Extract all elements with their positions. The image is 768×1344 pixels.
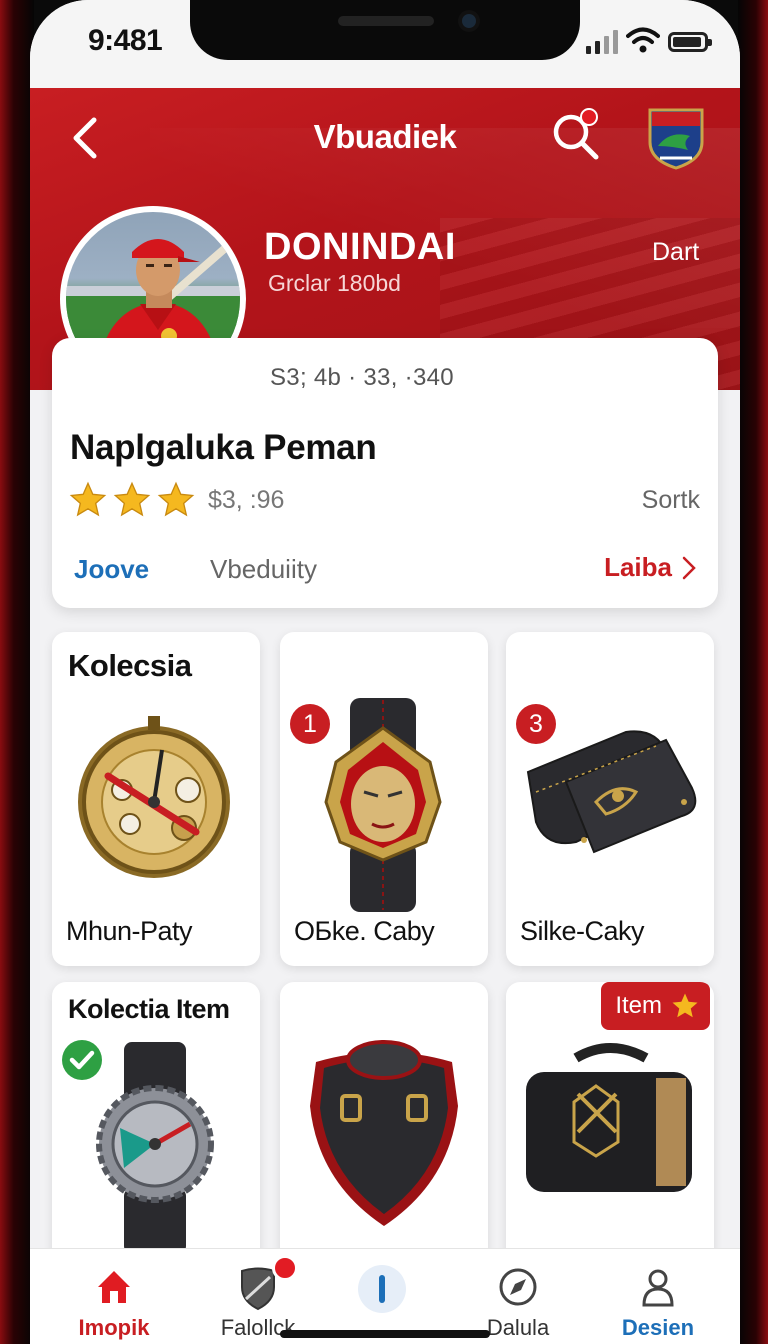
home-indicator[interactable]: [280, 1330, 490, 1338]
link-laiba[interactable]: Laiba: [604, 552, 696, 583]
star-icon: [113, 481, 151, 517]
chevron-right-icon: [682, 556, 696, 579]
phone-frame-right: [738, 0, 768, 1344]
tab-home[interactable]: Imopik: [44, 1249, 184, 1344]
player-subtitle: Grclar 180bd: [268, 270, 401, 296]
center-icon: [358, 1265, 406, 1313]
player-stats: S3; 4b · 33, ·340: [270, 364, 454, 391]
link-vbeduiity[interactable]: Vbeduiity: [210, 554, 317, 585]
player-name: DONINDAI: [264, 226, 456, 268]
tab-label: Imopik: [78, 1315, 150, 1340]
phone-screen: 9:481 Vbuadiek DONINDAI Grclar 180bd Dar…: [30, 0, 740, 1344]
item-price: $3, :96: [208, 486, 285, 514]
header-corner-link[interactable]: Dart: [652, 238, 699, 267]
product-card[interactable]: Kolectia Item: [52, 982, 260, 1272]
item-info-card: S3; 4b · 33, ·340 Naplgaluka Peman $3, :…: [52, 338, 718, 608]
person-icon: [642, 1269, 674, 1307]
sort-button[interactable]: Sortk: [642, 486, 700, 515]
notification-dot: [580, 108, 598, 126]
rank-badge: 3: [516, 704, 556, 744]
wifi-icon: [626, 27, 660, 53]
status-bar: 9:481: [30, 0, 740, 88]
section-heading: Kolectia Item: [68, 994, 230, 1024]
tab-label: Desien: [621, 1315, 695, 1340]
product-card[interactable]: 1 OБke. Caby: [280, 632, 488, 966]
notch: [190, 0, 580, 60]
link-joove[interactable]: Joove: [74, 554, 149, 585]
front-camera: [458, 10, 480, 32]
product-name: OБke. Caby: [294, 916, 435, 946]
leather-case-image: [526, 1043, 692, 1192]
item-featured-badge: Item: [601, 982, 710, 1030]
star-icon: [672, 993, 698, 1018]
speaker-grille: [338, 16, 434, 26]
product-card[interactable]: 3 Silke-Caky: [506, 632, 714, 966]
section-heading: Kolecsia: [68, 648, 192, 683]
club-crest-icon[interactable]: [646, 106, 706, 170]
link-laiba-label: Laiba: [604, 552, 672, 582]
item-pill-label: Item: [615, 992, 662, 1019]
product-name: Silke-Caky: [520, 916, 645, 946]
star-icon: [69, 481, 107, 517]
tab-profile[interactable]: Desien: [588, 1249, 728, 1344]
item-title: Naplgaluka Peman: [70, 428, 377, 467]
phone-frame-left: [0, 0, 34, 1344]
star-icon: [157, 481, 195, 517]
home-icon: [98, 1271, 130, 1303]
shield-collar-image: [310, 1040, 458, 1226]
signal-icon: [586, 30, 618, 54]
compass-watch-image: [78, 716, 230, 878]
tab-notification-dot: [272, 1255, 298, 1281]
verified-check-icon: [62, 1040, 102, 1080]
product-card[interactable]: Kolecsia Mhun-Paty: [52, 632, 260, 966]
phone-device: 9:481 Vbuadiek DONINDAI Grclar 180bd Dar…: [0, 0, 768, 1344]
product-name: Mhun-Paty: [66, 916, 193, 946]
compass-icon: [499, 1268, 537, 1306]
status-time: 9:481: [88, 24, 163, 57]
battery-icon: [668, 32, 712, 52]
shield-icon: [241, 1267, 275, 1311]
product-card[interactable]: [280, 982, 488, 1272]
product-card[interactable]: Item: [506, 982, 714, 1272]
rank-badge: 1: [290, 704, 330, 744]
star-rating: [68, 480, 196, 520]
page-title: Vbuadiek: [313, 118, 457, 155]
